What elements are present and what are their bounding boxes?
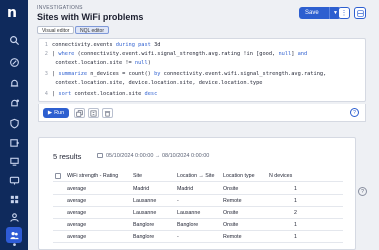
results-count: 5 results (53, 152, 82, 161)
editor-toolbar: ▶ Run ? (38, 104, 366, 122)
help-icon[interactable]: ? (350, 108, 359, 117)
table-cell: Banglore (133, 234, 155, 240)
bell-icon[interactable] (6, 75, 22, 91)
table-row[interactable]: average Banglore Banglore Onsite 1 (53, 220, 343, 231)
shield-icon[interactable] (6, 115, 22, 131)
table-cell: average (67, 222, 87, 228)
duplicate-icon[interactable] (88, 108, 99, 118)
date-range[interactable]: 05/10/2024 0:00:00 → 08/10/2024 0:00:00 (97, 153, 209, 159)
code-line: 2 | where (connectivity.event.wifi.signal… (44, 51, 308, 57)
table-cell: Onsite (223, 210, 239, 216)
table-cell: 1 (294, 186, 297, 192)
table-cell: Onsite (223, 222, 239, 228)
table-cell: 1 (294, 198, 297, 204)
column-header[interactable]: Site (133, 171, 142, 182)
table-cell: average (67, 210, 87, 216)
code-line: 4 | sort context.location.site desc (44, 91, 158, 97)
table-cell: average (67, 234, 87, 240)
table-cell: Madrid (177, 186, 194, 192)
run-button-label: Run (54, 110, 65, 116)
save-button-label: Save (305, 10, 319, 16)
bell-alert-icon[interactable] (6, 95, 22, 111)
table-header-row: WiFi strength - Rating Site Location → S… (53, 171, 343, 182)
table-cell: Lausanne (133, 198, 157, 204)
table-cell: Madrid (133, 186, 150, 192)
table-row[interactable]: average Lausanne - Remote 1 (53, 196, 343, 207)
table-row[interactable]: average Banglore - Remote 1 (53, 232, 343, 243)
table-cell: Lausanne (177, 210, 201, 216)
run-button[interactable]: ▶ Run (43, 108, 69, 118)
network-icon[interactable] (6, 243, 22, 250)
tab-visual-editor[interactable]: Visual editor (37, 26, 75, 34)
table-cell: Banglore (133, 222, 155, 228)
collapse-icon[interactable] (354, 7, 366, 19)
desktop-icon[interactable] (6, 172, 22, 188)
search-icon[interactable] (6, 32, 22, 48)
save-button[interactable]: Save ▼ (299, 7, 341, 19)
play-icon: ▶ (47, 110, 53, 116)
table-cell: 1 (294, 222, 297, 228)
users-icon[interactable] (6, 209, 22, 225)
app-logo: n (7, 5, 17, 21)
column-header[interactable]: Location type (223, 171, 255, 182)
copy-icon[interactable] (74, 108, 85, 118)
nql-editor[interactable]: 1 connectivity.events during past 3d 2 | w… (38, 38, 366, 102)
table-cell: average (67, 186, 87, 192)
table-row[interactable]: average Lausanne Lausanne Onsite 2 (53, 208, 343, 219)
select-all-checkbox[interactable] (55, 173, 61, 179)
grid-icon[interactable] (6, 191, 22, 207)
table-cell: - (177, 234, 179, 240)
table-cell: - (177, 198, 179, 204)
more-vertical-icon[interactable]: ⋮ (338, 7, 350, 19)
table-cell: Onsite (223, 186, 239, 192)
column-header[interactable]: N devices (269, 171, 292, 182)
rocket-icon[interactable] (6, 54, 22, 70)
table-cell: Remote (223, 198, 242, 204)
page-title: Sites with WiFi problems (37, 12, 144, 22)
tab-nql-editor[interactable]: NQL editor (75, 26, 109, 34)
trash-icon[interactable] (102, 108, 113, 118)
breadcrumb[interactable]: INVESTIGATIONS (37, 5, 83, 11)
column-header[interactable]: Location → Site (177, 171, 214, 182)
puzzle-icon[interactable] (6, 134, 22, 150)
table-cell: 2 (294, 210, 297, 216)
code-line: context.location.site, device.location.s… (52, 80, 263, 86)
code-line: 1 connectivity.events during past 3d (44, 42, 161, 48)
left-nav: n (0, 0, 28, 250)
table-cell: Lausanne (133, 210, 157, 216)
info-icon[interactable]: ? (358, 187, 367, 196)
page-header: INVESTIGATIONS Sites with WiFi problems … (28, 0, 379, 38)
results-panel: 5 results 05/10/2024 0:00:00 → 08/10/202… (38, 137, 356, 250)
table-cell: 1 (294, 234, 297, 240)
table-cell: Remote (223, 234, 242, 240)
table-row[interactable]: average Madrid Madrid Onsite 1 (53, 184, 343, 195)
code-line: 3 | summarize n_devices = count() by conn… (44, 71, 327, 77)
people-icon[interactable] (6, 227, 22, 243)
monitor-icon[interactable] (6, 153, 22, 169)
calendar-icon (97, 153, 103, 158)
column-header[interactable]: WiFi strength - Rating (67, 171, 118, 182)
code-line: context.location.site != null) (52, 60, 151, 66)
table-cell: average (67, 198, 87, 204)
table-cell: Banglore (177, 222, 199, 228)
